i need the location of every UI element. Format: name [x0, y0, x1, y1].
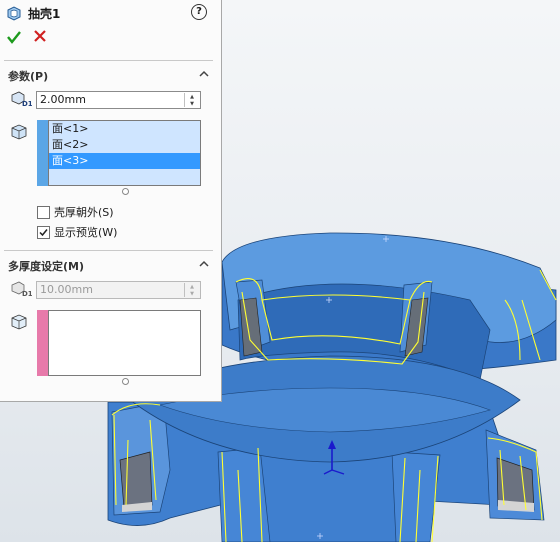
multi-thickness-section-title[interactable]: 多厚度设定(M): [8, 258, 84, 274]
list-resize-handle[interactable]: [122, 188, 129, 195]
thickness-d1-icon: D1: [11, 281, 32, 297]
help-icon[interactable]: ?: [191, 4, 207, 20]
checkbox-label: 壳厚朝外(S): [54, 206, 114, 219]
multi-thickness-input: 10.00mm ▲ ▼: [36, 281, 201, 299]
thickness-input[interactable]: 2.00mm ▲ ▼: [36, 91, 201, 109]
property-manager-panel: 抽壳1 ? 参数(P) D1 2.00mm ▲ ▼ 面<1> 面<2> 面<3> …: [0, 0, 222, 402]
face-item-selected[interactable]: 面<3>: [49, 153, 200, 169]
show-preview-checkbox[interactable]: 显示预览(W): [37, 224, 117, 240]
face-item[interactable]: 面<2>: [49, 137, 200, 153]
panel-title: 抽壳1: [28, 6, 61, 21]
checkbox-label: 显示预览(W): [54, 226, 118, 239]
panel-header: 抽壳1: [6, 4, 60, 22]
multi-thickness-value: 10.00mm: [40, 283, 93, 296]
thickness-spinner[interactable]: ▲ ▼: [184, 93, 199, 107]
svg-text:D1: D1: [22, 100, 32, 107]
faces-list-strip: [37, 120, 48, 186]
faces-to-remove-list[interactable]: 面<1> 面<2> 面<3>: [48, 120, 201, 186]
shell-feature-icon: [7, 6, 21, 21]
multi-thickness-faces-list[interactable]: [48, 310, 201, 376]
multi-thickness-spinner: ▲ ▼: [184, 283, 199, 297]
ok-check-icon[interactable]: [7, 30, 21, 44]
cancel-x-icon[interactable]: [34, 30, 46, 42]
list-resize-handle[interactable]: [122, 378, 129, 385]
shell-outward-checkbox[interactable]: 壳厚朝外(S): [37, 204, 114, 220]
checkbox-box-checked[interactable]: [37, 225, 50, 239]
thickness-d1-icon: D1: [11, 91, 32, 107]
checkmark-icon: [39, 228, 48, 236]
collapse-chevron-icon[interactable]: [199, 260, 209, 267]
divider: [4, 250, 213, 251]
checkbox-box[interactable]: [37, 205, 50, 219]
divider: [4, 60, 213, 61]
face-selection-icon: [11, 314, 27, 330]
collapse-chevron-icon[interactable]: [199, 70, 209, 77]
face-item[interactable]: 面<1>: [49, 121, 200, 137]
params-section-title[interactable]: 参数(P): [8, 68, 48, 84]
face-selection-icon: [11, 124, 27, 140]
multi-faces-strip: [37, 310, 48, 376]
svg-text:D1: D1: [22, 290, 32, 297]
thickness-value: 2.00mm: [40, 93, 86, 106]
